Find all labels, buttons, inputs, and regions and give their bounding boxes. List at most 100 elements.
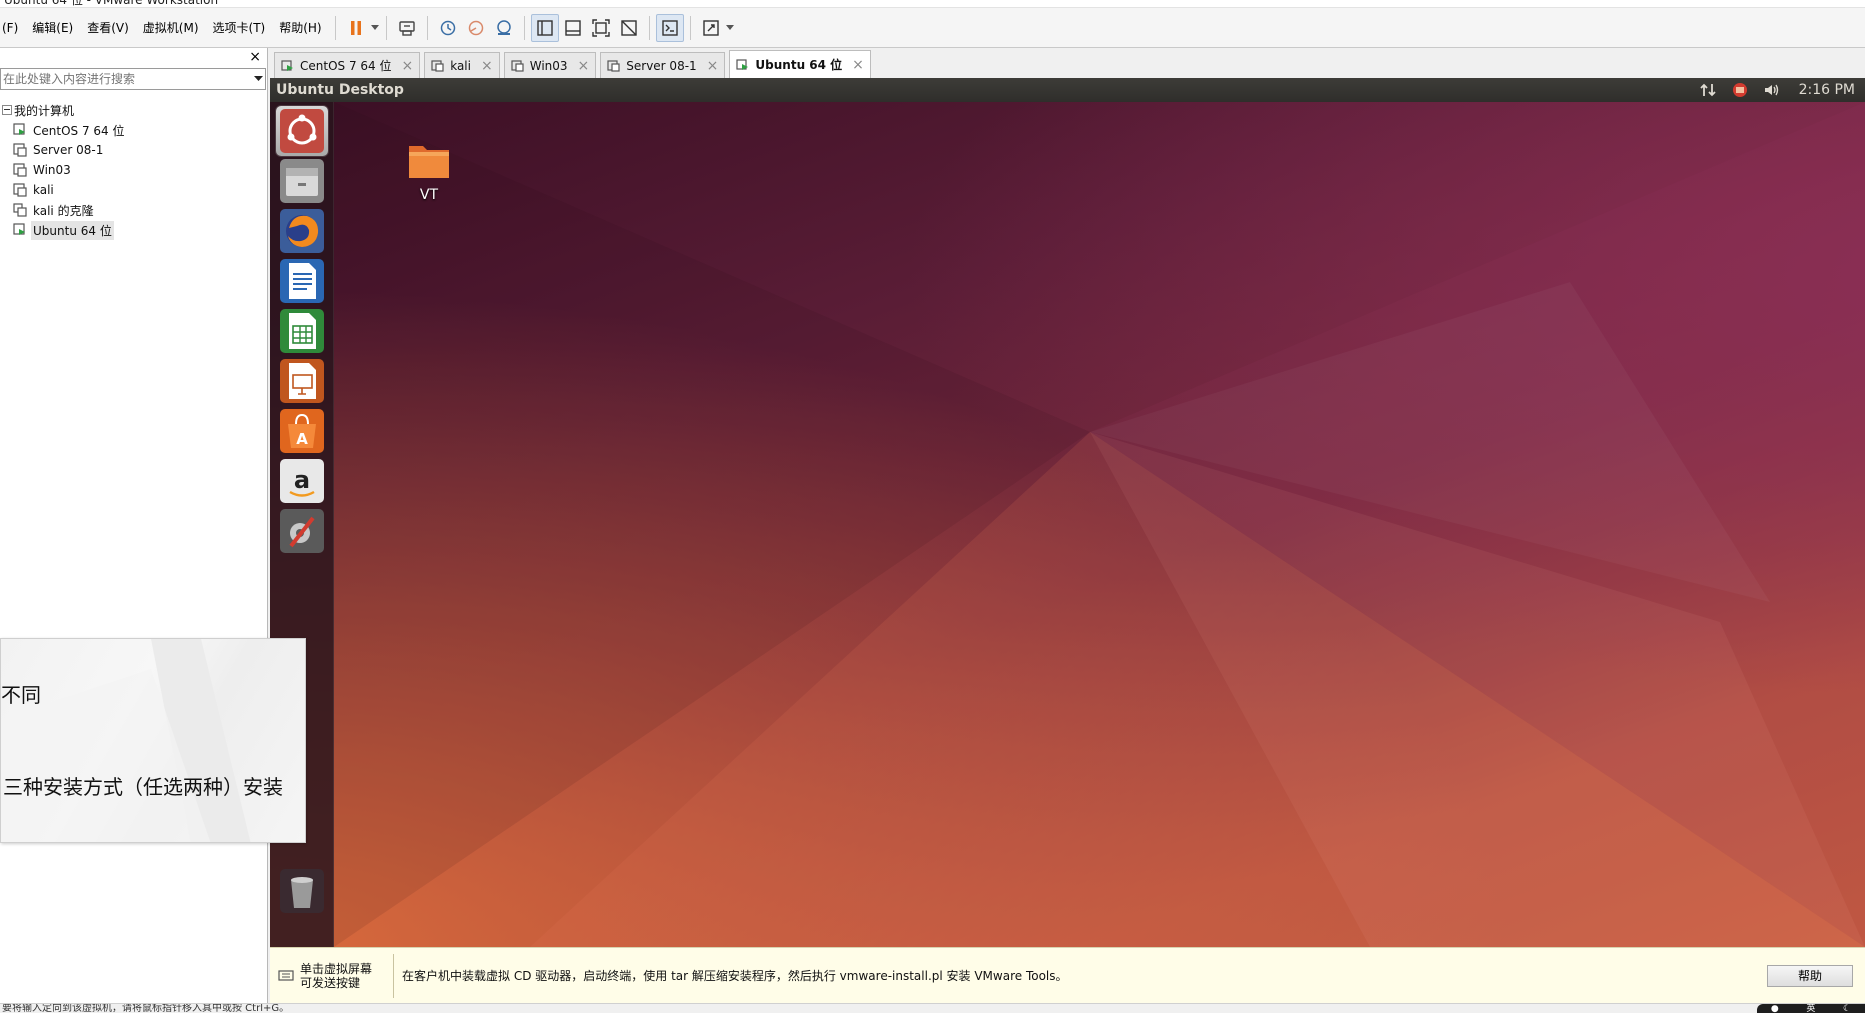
help-button[interactable]: 帮助 [1767,964,1853,987]
stretch-button[interactable] [697,14,725,42]
wallpaper-facets [334,102,1865,947]
launcher-software-center[interactable]: A [276,406,328,456]
tab-close-button[interactable]: × [852,57,864,73]
snapshot-take-button[interactable] [434,14,462,42]
menu-tabs[interactable]: 选项卡(T) [206,8,273,48]
libreoffice-calc-icon [280,309,324,353]
launcher-calc[interactable] [276,306,328,356]
tree-item-server-08-1[interactable]: Server 08-1 [0,140,266,160]
slide-background-shape [1,639,251,842]
toolbar-separator [385,15,387,40]
tab-close-button[interactable]: × [481,58,493,74]
console-view-button[interactable] [655,13,684,42]
library-search-input[interactable] [1,69,251,89]
status-text: 要将输入定向到该虚拟机，请将鼠标指针移入其中或按 Ctrl+G。 [2,1003,290,1013]
menu-edit[interactable]: 编辑(E) [25,8,80,48]
ubuntu-panel-title: Ubuntu Desktop [276,82,404,98]
tab-kali[interactable]: kali × [424,52,500,78]
folder-icon [409,146,449,178]
input-method-icon [1732,83,1747,97]
sound-indicator[interactable] [1759,78,1785,102]
menu-vm[interactable]: 虚拟机(M) [136,8,206,48]
pause-button[interactable] [342,14,370,42]
keyboard-indicator[interactable] [1727,78,1753,102]
vm-icon [12,142,28,158]
ubuntu-top-panel: Ubuntu Desktop 2:16 PM [270,78,1865,102]
pause-dropdown-button[interactable] [370,14,380,42]
vm-running-icon [12,122,28,138]
launcher-trash[interactable] [276,866,328,916]
tree-item-kali-clone[interactable]: kali 的克隆 [0,200,266,220]
toolbar-separator [689,15,691,40]
snapshot-revert-button[interactable] [462,14,490,42]
chevron-down-icon [370,24,379,30]
launcher-system-settings[interactable] [276,506,328,556]
library-tree: 我的计算机 CentOS 7 64 位 Server 08-1 Win03 ka… [0,100,266,240]
collapse-toggle[interactable] [2,105,12,115]
tab-close-button[interactable]: × [401,58,413,74]
fullscreen-icon [591,18,610,37]
launcher-impress[interactable] [276,356,328,406]
pause-icon [350,20,361,35]
overlay-slide-fragment: 不同 三种安装方式（任选两种）安装 [0,638,306,843]
tree-item-label: Server 08-1 [33,143,104,157]
library-close-button[interactable]: × [249,50,261,64]
tray-icon: ☾ [1843,1004,1852,1013]
keyboard-hint-icon [278,969,294,981]
view-thumbnail-button[interactable] [559,14,587,42]
desktop-folder-label: VT [419,187,439,203]
vm-icon [431,59,447,73]
system-settings-icon [280,509,324,553]
tree-item-ubuntu[interactable]: Ubuntu 64 位 [0,220,266,240]
launcher-firefox[interactable] [276,206,328,256]
vm-clone-icon [12,202,28,218]
menu-file[interactable]: (F) [0,8,25,48]
desktop-folder-vt[interactable]: VT [394,138,464,203]
vm-running-icon [281,59,297,73]
unity-icon [620,19,637,36]
clock[interactable]: 2:16 PM [1799,82,1855,98]
tab-label: Ubuntu 64 位 [755,58,843,72]
menu-view[interactable]: 查看(V) [80,8,136,48]
launcher-dash[interactable] [276,106,328,156]
libreoffice-impress-icon [280,359,324,403]
vm-tab-bar: CentOS 7 64 位 × kali × Win03 × Server 08… [270,48,1865,78]
menubar: (F) 编辑(E) 查看(V) 虚拟机(M) 选项卡(T) 帮助(H) [0,8,1865,48]
snapshot-manager-icon [496,19,511,35]
tree-root-my-computer[interactable]: 我的计算机 [0,100,266,120]
hint-message: 在客户机中装载虚拟 CD 驱动器，启动终端，使用 tar 解压缩安装程序，然后执… [402,969,1068,983]
unity-button[interactable] [615,14,643,42]
send-ctrl-alt-del-button[interactable] [393,14,421,42]
ubuntu-desktop[interactable]: VT [270,102,1865,947]
hint-left-line: 单击虚拟屏幕 [300,961,373,976]
search-dropdown-button[interactable] [251,69,265,89]
tab-ubuntu[interactable]: Ubuntu 64 位 × [729,50,871,78]
tree-item-kali[interactable]: kali [0,180,266,200]
toolbar-separator [334,15,336,40]
amazon-icon: a [280,459,324,503]
fullscreen-button[interactable] [587,14,615,42]
tab-server-08-1[interactable]: Server 08-1 × [600,52,726,78]
tray-icon: 英 [1806,1004,1816,1013]
launcher-files[interactable] [276,156,328,206]
tab-win03[interactable]: Win03 × [503,52,597,78]
view-library-button[interactable] [530,13,559,42]
vm-console-screen[interactable]: VT Ubuntu Desktop 2:16 PM A a [270,78,1865,947]
snapshot-manager-button[interactable] [490,14,518,42]
vm-icon [607,59,623,73]
files-icon [280,159,324,203]
view-thumbnail-icon [564,19,581,36]
tab-close-button[interactable]: × [578,58,590,74]
libreoffice-writer-icon [280,259,324,303]
tab-close-button[interactable]: × [707,58,719,74]
stretch-dropdown-button[interactable] [725,14,735,42]
tab-centos[interactable]: CentOS 7 64 位 × [274,52,421,78]
tree-item-win03[interactable]: Win03 [0,160,266,180]
launcher-amazon[interactable]: a [276,456,328,506]
launcher-writer[interactable] [276,256,328,306]
tab-label: Win03 [529,58,568,73]
network-indicator[interactable] [1695,78,1721,102]
tree-item-centos[interactable]: CentOS 7 64 位 [0,120,266,140]
console-icon [661,19,678,36]
menu-help[interactable]: 帮助(H) [272,8,328,48]
